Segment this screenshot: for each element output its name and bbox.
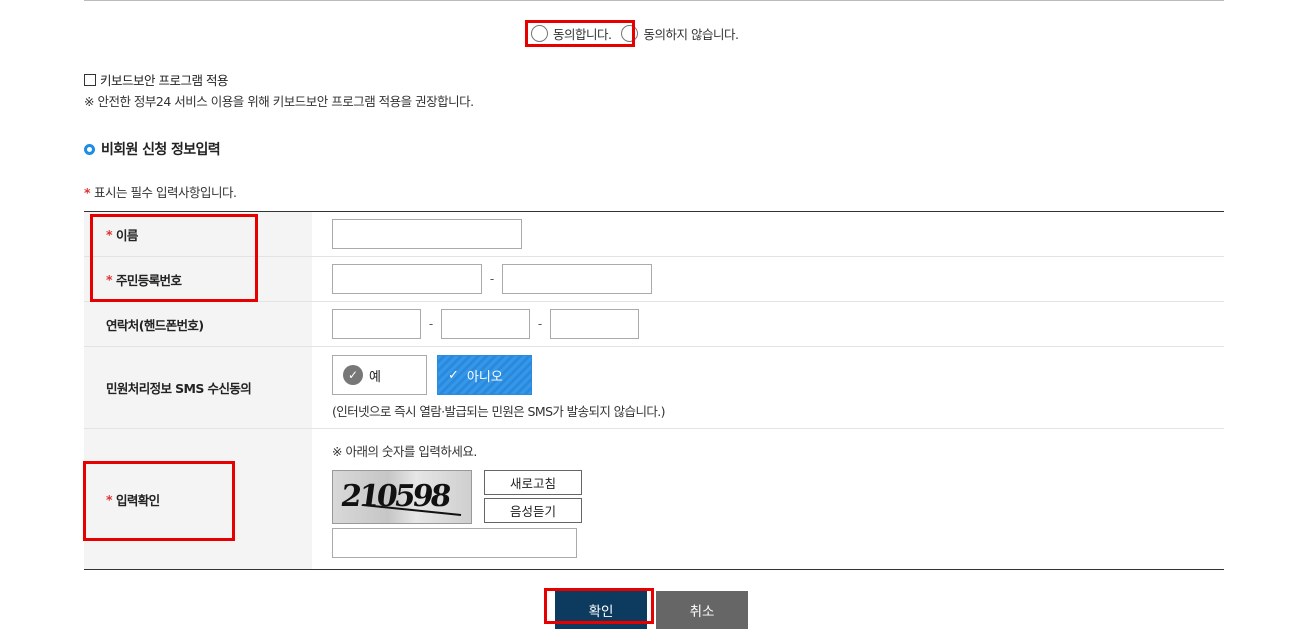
form-row-sms: 민원처리정보 SMS 수신동의 ✓ 예 ✓ 아니오 (인터넷으로 즉시 열람·발…: [84, 347, 1224, 429]
applicant-form: * 이름 * 주민등록번호 - 연락처(핸드폰번호) - - 민원처리정보 SM…: [84, 211, 1224, 570]
keyboard-security-note: ※ 안전한 정부24 서비스 이용을 위해 키보드보안 프로그램 적용을 권장합…: [84, 94, 474, 109]
sms-label: 민원처리정보 SMS 수신동의: [84, 347, 312, 428]
captcha-label-text: 입력확인: [115, 492, 160, 508]
form-row-rrn: * 주민등록번호 -: [84, 257, 1224, 302]
captcha-note: ※ 아래의 숫자를 입력하세요.: [332, 443, 477, 459]
rrn-front-input[interactable]: [332, 264, 482, 294]
sms-no-button[interactable]: ✓ 아니오: [437, 355, 532, 395]
keyboard-security-option[interactable]: 키보드보안 프로그램 적용: [84, 70, 228, 89]
phone-part1-input[interactable]: [332, 309, 421, 339]
agree-radio[interactable]: 동의합니다.: [531, 24, 612, 43]
sms-yes-label: 예: [369, 369, 381, 385]
dash: -: [428, 317, 434, 331]
captcha-input[interactable]: [332, 527, 577, 558]
confirm-button[interactable]: 확인: [555, 591, 647, 629]
sms-no-label: 아니오: [466, 369, 503, 385]
section-title-text: 비회원 신청 정보입력: [101, 142, 221, 158]
rrn-back-input[interactable]: [502, 264, 652, 294]
keyboard-security-label: 키보드보안 프로그램 적용: [100, 73, 228, 88]
captcha-label: * 입력확인: [84, 429, 312, 569]
sms-note: (인터넷으로 즉시 열람·발급되는 민원은 SMS가 발송되지 않습니다.): [332, 404, 666, 419]
top-divider: [84, 0, 1224, 1]
cancel-button[interactable]: 취소: [656, 591, 748, 629]
bullet-ring-icon: [84, 143, 95, 155]
name-label-text: 이름: [115, 227, 138, 243]
name-input[interactable]: [332, 219, 522, 249]
phone-part2-input[interactable]: [441, 309, 530, 339]
phone-label: 연락처(핸드폰번호): [84, 302, 312, 346]
rrn-label-text: 주민등록번호: [115, 272, 182, 288]
form-row-captcha: * 입력확인 ※ 아래의 숫자를 입력하세요. 210598 새로고침 음성듣기: [84, 429, 1224, 569]
required-note: * 표시는 필수 입력사항입니다.: [84, 182, 237, 201]
radio-circle-icon[interactable]: [621, 24, 639, 42]
form-row-phone: 연락처(핸드폰번호) - -: [84, 302, 1224, 347]
disagree-label: 동의하지 않습니다.: [643, 26, 739, 42]
required-star-icon: *: [106, 491, 113, 507]
required-star-icon: *: [106, 271, 113, 287]
required-star-icon: *: [106, 226, 113, 242]
captcha-refresh-button[interactable]: 새로고침: [484, 470, 582, 495]
disagree-radio[interactable]: 동의하지 않습니다.: [621, 24, 739, 43]
keyboard-security-checkbox[interactable]: [84, 73, 96, 86]
check-icon: ✓: [448, 367, 459, 383]
check-circle-icon: ✓: [343, 365, 363, 385]
required-star-icon: *: [84, 185, 91, 200]
agree-label: 동의합니다.: [553, 26, 612, 42]
radio-circle-icon[interactable]: [531, 24, 548, 42]
name-label: * 이름: [84, 212, 312, 256]
captcha-noise-line: [362, 503, 462, 516]
required-note-text: 표시는 필수 입력사항입니다.: [94, 185, 237, 200]
section-title: 비회원 신청 정보입력: [84, 139, 221, 159]
rrn-label: * 주민등록번호: [84, 257, 312, 301]
dash: -: [489, 272, 495, 286]
sms-yes-button[interactable]: ✓ 예: [332, 355, 427, 395]
form-row-name: * 이름: [84, 212, 1224, 257]
dash: -: [537, 317, 543, 331]
captcha-image: 210598: [332, 469, 472, 524]
captcha-audio-button[interactable]: 음성듣기: [484, 498, 582, 523]
agreement-radio-group: 동의합니다. 동의하지 않습니다.: [531, 22, 739, 44]
phone-part3-input[interactable]: [550, 309, 639, 339]
